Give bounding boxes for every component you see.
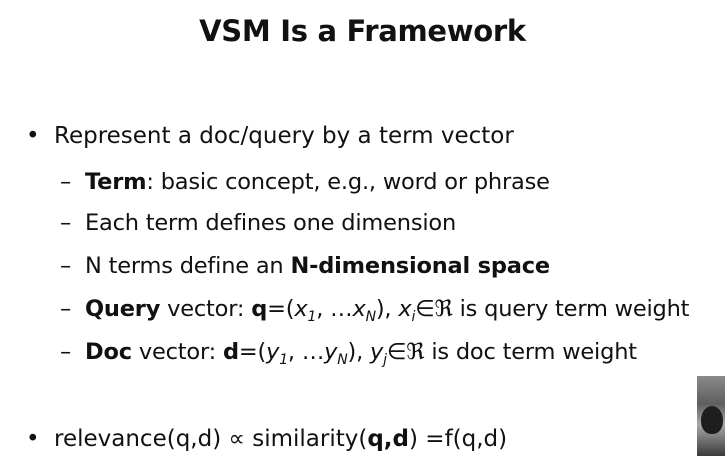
sub-item-doc-vector: – Doc vector: d=(y1, …yN), yj∈ℜ is doc te…	[60, 339, 637, 368]
dash-icon: –	[60, 253, 72, 279]
doc-text-4: ),	[347, 339, 371, 365]
doc-sub-1: 1	[279, 352, 288, 368]
main-bullet-text: Represent a doc/query by a term vector	[54, 123, 514, 149]
query-text-1: vector:	[160, 296, 252, 322]
dimension-text: Each term defines one dimension	[85, 210, 457, 236]
query-x1: x	[294, 296, 308, 322]
dash-icon: –	[60, 169, 72, 195]
query-text-2: =(	[267, 296, 295, 322]
dash-icon: –	[60, 296, 72, 322]
relevance-text-2: ) =f(q,d)	[409, 426, 508, 452]
doc-vector-symbol: d	[222, 339, 239, 365]
doc-sub-n: N	[337, 352, 348, 368]
sub-item-term: – Term: basic concept, e.g., word or phra…	[60, 169, 550, 195]
relevance-text-1: relevance(q,d) ∝ similarity(	[54, 426, 368, 452]
sub-item-n-terms: – N terms define an N-dimensional space	[60, 253, 550, 279]
term-definition: : basic concept, e.g., word or phrase	[146, 169, 550, 195]
query-text-3: , …	[316, 296, 353, 322]
sub-item-dimension: – Each term defines one dimension	[60, 210, 456, 236]
doc-text-5: ∈ℜ is doc term weight	[386, 339, 637, 365]
bullet-icon: •	[26, 426, 40, 452]
doc-label: Doc	[85, 339, 132, 365]
doc-yj: y	[370, 339, 384, 365]
query-label: Query	[85, 296, 161, 322]
relevance-bullet: • relevance(q,d) ∝ similarity(q,d) =f(q,d…	[26, 426, 507, 452]
query-sub-n: N	[365, 309, 376, 325]
dash-icon: –	[60, 210, 72, 236]
query-xi: x	[398, 296, 412, 322]
presenter-silhouette-icon	[701, 406, 723, 434]
doc-text-3: , …	[287, 339, 325, 365]
doc-yn: y	[324, 339, 338, 365]
n-terms-text: N terms define an	[85, 253, 291, 279]
slide-title: VSM Is a Framework	[199, 14, 526, 48]
doc-text-1: vector:	[131, 339, 223, 365]
doc-y1: y	[266, 339, 280, 365]
query-vector-symbol: q	[251, 296, 268, 322]
main-bullet: • Represent a doc/query by a term vector	[26, 123, 514, 149]
query-text-5: ∈ℜ is query term weight	[415, 296, 690, 322]
doc-text-2: =(	[238, 339, 267, 365]
query-sub-1: 1	[307, 309, 317, 325]
term-label: Term	[85, 169, 147, 195]
bullet-icon: •	[26, 123, 40, 149]
dash-icon: –	[60, 339, 72, 365]
slide: VSM Is a Framework • Represent a doc/quer…	[0, 0, 725, 456]
sub-item-query-vector: – Query vector: q=(x1, …xN), xi∈ℜ is quer…	[60, 296, 690, 325]
presenter-video-thumbnail	[697, 376, 725, 456]
n-dimensional-space: N-dimensional space	[290, 253, 550, 279]
query-text-4: ),	[375, 296, 399, 322]
relevance-bold: q,d	[367, 426, 410, 452]
query-xn: x	[352, 296, 366, 322]
